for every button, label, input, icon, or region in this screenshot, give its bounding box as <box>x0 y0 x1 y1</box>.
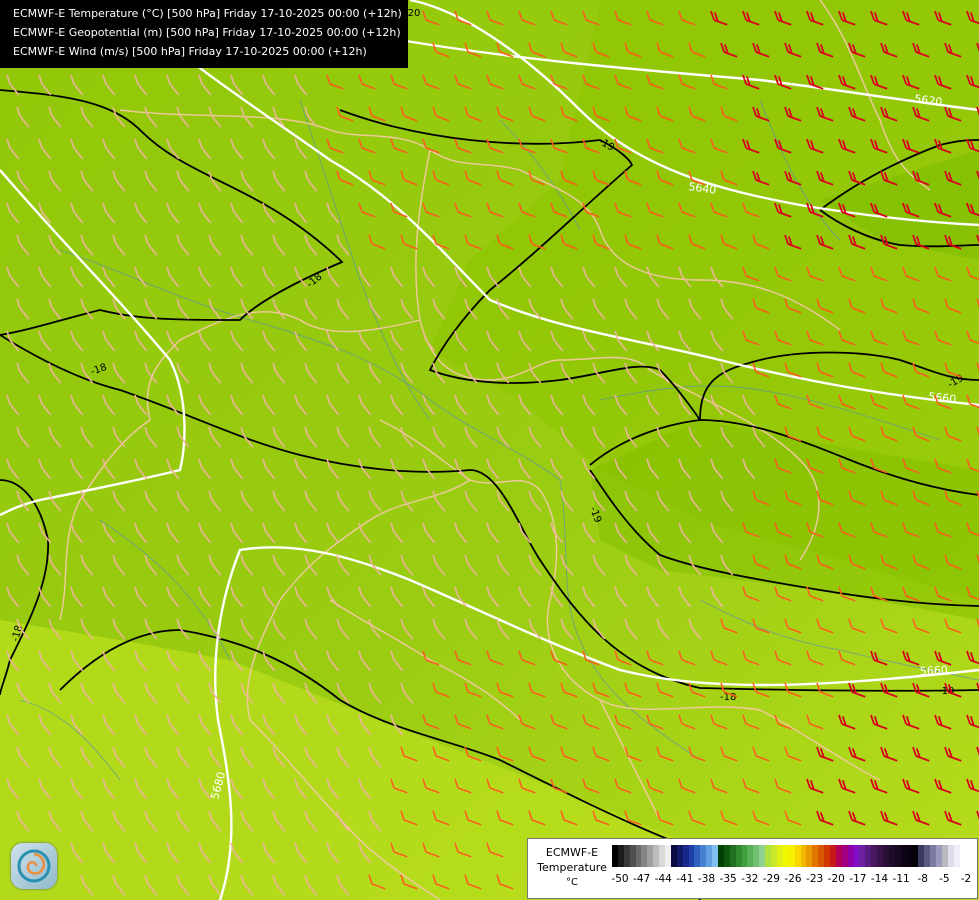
legend-tick-label: -35 <box>719 873 737 885</box>
ventusky-logo-icon[interactable] <box>11 843 57 889</box>
legend-swatch <box>959 845 966 867</box>
legend-tick-label: -14 <box>870 873 889 885</box>
title-line-wind: ECMWF-E Wind (m/s) [500 hPa] Friday 17-1… <box>13 45 367 58</box>
title-line-temperature: ECMWF-E Temperature (°C) [500 hPa] Frida… <box>13 7 402 20</box>
legend-tick-label: -47 <box>633 873 651 885</box>
legend-unit: °C <box>566 877 578 888</box>
legend-title-line2: Temperature <box>537 861 607 874</box>
legend-tick-label: -29 <box>762 873 780 885</box>
legend-tick-label: -38 <box>697 873 716 885</box>
map-title-box: ECMWF-E Temperature (°C) [500 hPa] Frida… <box>0 0 408 68</box>
legend-tick-label: -26 <box>784 873 802 885</box>
geo-label: 5660 <box>919 664 948 678</box>
legend-tick-label: -32 <box>741 873 759 885</box>
legend-tick-label: -41 <box>676 873 694 885</box>
legend-tick-label: -8 <box>917 873 928 885</box>
legend-tick-label: -2 <box>960 873 972 885</box>
logo-swirl-icon <box>17 849 51 883</box>
legend-title: ECMWF-E Temperature °C <box>532 845 612 890</box>
temperature-legend: ECMWF-E Temperature °C -50 -47 -44 -41 -38 -3… <box>527 838 978 899</box>
legend-tick-label: -5 <box>939 873 950 885</box>
legend-tick-label: -23 <box>806 873 824 885</box>
title-line-geopotential: ECMWF-E Geopotential (m) [500 hPa] Frida… <box>13 26 401 39</box>
weather-map[interactable]: 5620 5640 5660 5660 5680 -20 -19 -18 -18… <box>0 0 979 900</box>
legend-tick-label: -50 <box>611 873 629 885</box>
legend-tick-label: -11 <box>892 873 910 885</box>
legend-title-line1: ECMWF-E <box>545 846 599 859</box>
legend-tick-label: -44 <box>654 873 672 885</box>
map-canvas[interactable]: 5620 5640 5660 5660 5680 -20 -19 -18 -18… <box>0 0 979 900</box>
legend-ticks: -50 -47 -44 -41 -38 -35 -32 -29 -26 -23 -20 -17 -14-… <box>611 873 971 889</box>
legend-tick-label: -17 <box>849 873 867 885</box>
legend-tick-label: -20 <box>827 873 845 885</box>
legend-color-scale <box>612 845 966 867</box>
